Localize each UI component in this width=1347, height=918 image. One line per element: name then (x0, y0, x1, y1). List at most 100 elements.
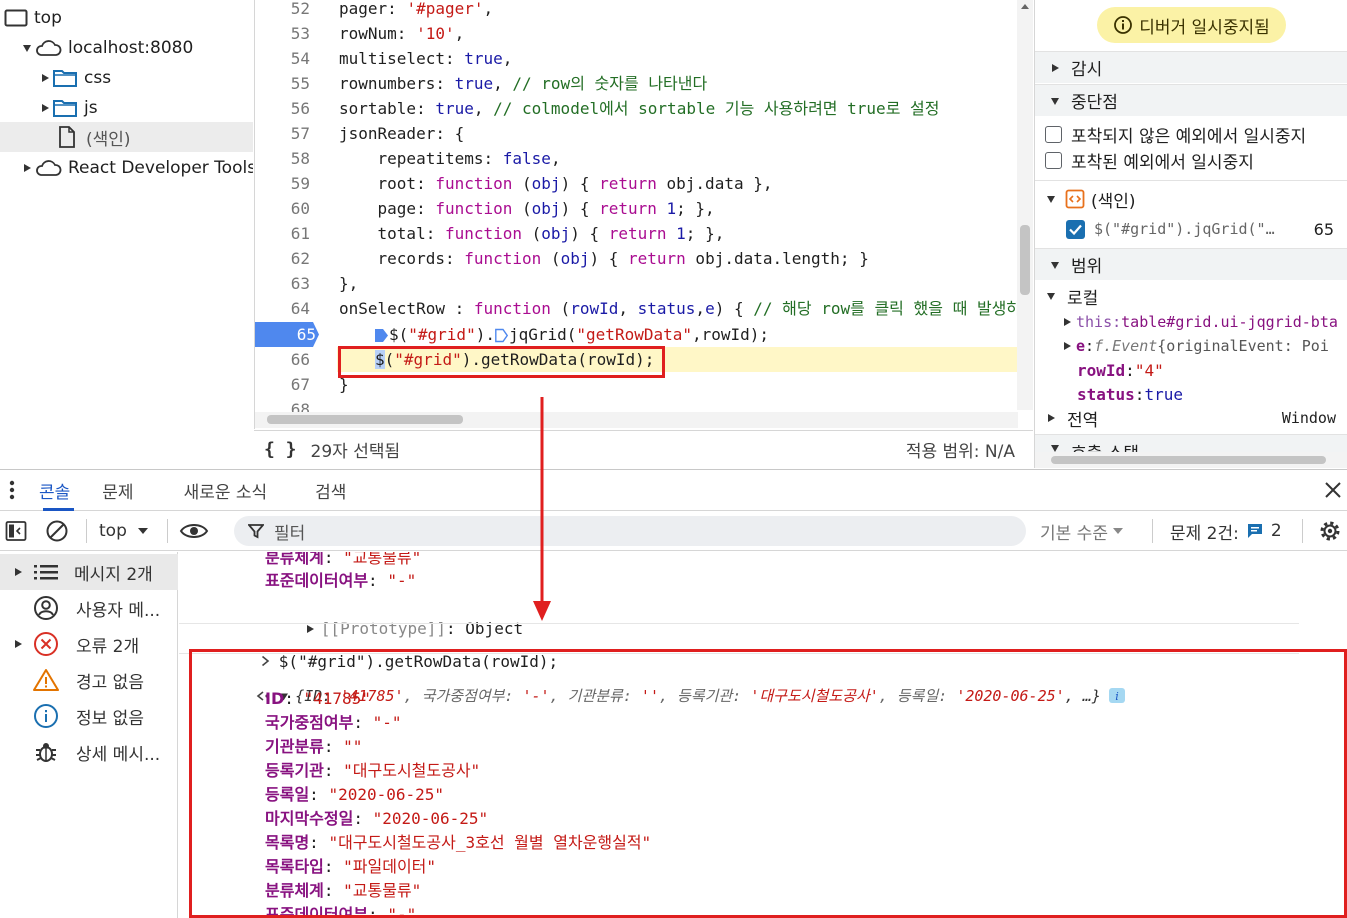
line-number[interactable]: 55 (255, 71, 313, 96)
breakpoint-checkbox[interactable] (1066, 219, 1085, 239)
pause-uncaught-option[interactable]: 포착되지 않은 예외에서 일시중지 (1035, 121, 1347, 147)
pause-caught-option[interactable]: 포착된 예외에서 일시중지 (1035, 147, 1347, 173)
line-number[interactable]: 57 (255, 121, 313, 146)
scope-local[interactable]: 로컬 (1035, 283, 1347, 309)
scroll-thumb[interactable] (267, 415, 463, 424)
line-number[interactable]: 58 (255, 146, 313, 171)
chevron-right-icon[interactable] (12, 567, 24, 577)
selection-status: 29자 선택됨 (310, 442, 401, 462)
chevron-right-icon[interactable] (1045, 413, 1057, 423)
sidebar-item-errors[interactable]: 오류 2개 (0, 626, 178, 662)
scroll-up-icon[interactable] (1017, 0, 1033, 14)
tab-issues[interactable]: 문제 (86, 469, 149, 511)
section-label: 중단점 (1071, 93, 1118, 113)
console-prototype-row[interactable]: [[Prototype]]: Object (247, 594, 523, 638)
breakpoint-code: $("#grid").jqGrid("… (1094, 220, 1275, 238)
line-number[interactable]: 56 (255, 96, 313, 121)
console-prop-row[interactable]: 분류체계: "교통물류" (265, 552, 421, 569)
tab-label: 문제 (102, 482, 134, 503)
tree-item-js[interactable]: js (0, 93, 253, 123)
section-breakpoints[interactable]: 중단점 (1035, 84, 1347, 116)
line-number[interactable]: 66 (255, 347, 313, 372)
eye-icon[interactable] (179, 521, 209, 541)
line-number[interactable]: 52 (255, 0, 313, 21)
tab-search[interactable]: 검색 (283, 469, 362, 511)
chevron-right-icon[interactable] (20, 163, 34, 173)
breakpoint-line-number[interactable]: 65 (255, 322, 319, 347)
line-number[interactable]: 63 (255, 271, 313, 296)
chevron-down-icon[interactable] (1049, 260, 1061, 270)
chevron-down-icon[interactable] (1045, 194, 1057, 204)
line-number[interactable]: 60 (255, 196, 313, 221)
sidebar-item-verbose[interactable]: 상세 메시... (0, 734, 178, 770)
toolbar-divider (1302, 519, 1303, 543)
line-number[interactable]: 67 (255, 372, 313, 397)
section-watch[interactable]: 감시 (1035, 51, 1347, 83)
pretty-print-icon[interactable]: { } (264, 439, 297, 460)
scope-var-status[interactable]: status: true (1035, 381, 1347, 407)
line-number[interactable]: 59 (255, 171, 313, 196)
tab-label: 콘솔 (39, 482, 71, 503)
tree-item-localhost[interactable]: localhost:8080 (0, 33, 253, 63)
toolbar-divider (1152, 519, 1153, 543)
line-number[interactable]: 64 (255, 296, 313, 321)
gear-icon[interactable] (1318, 519, 1342, 543)
scope-var-e[interactable]: e: f.Event {originalEvent: Poi (1035, 333, 1347, 359)
info-icon (1113, 15, 1133, 35)
bug-icon (34, 740, 58, 764)
scope-global[interactable]: 전역 Window (1035, 405, 1347, 431)
tree-item-index[interactable]: (색인) (0, 122, 253, 152)
console-prop-row[interactable]: 표준데이터여부: "-" (265, 569, 416, 592)
chevron-right-icon[interactable] (38, 73, 52, 83)
clear-console-icon[interactable] (45, 519, 69, 543)
pause-caught-checkbox[interactable] (1045, 151, 1062, 169)
sidebar-item-info[interactable]: 정보 없음 (0, 698, 178, 734)
inline-breakpoint-icon[interactable] (375, 328, 388, 343)
tab-console[interactable]: 콘솔 (31, 469, 86, 511)
chevron-down-icon[interactable] (20, 43, 34, 53)
chevron-down-icon[interactable] (1045, 291, 1057, 301)
section-scope[interactable]: 범위 (1035, 248, 1347, 280)
sidebar-toggle-icon[interactable] (5, 520, 27, 542)
context-selector[interactable]: top (99, 511, 149, 551)
scroll-thumb[interactable] (1051, 456, 1326, 464)
tree-item-react-devtools[interactable]: React Developer Tools (0, 153, 253, 183)
scope-var-this[interactable]: this: table#grid.ui-jqgrid-bta (1035, 309, 1347, 335)
tree-item-css[interactable]: css (0, 63, 253, 93)
editor-horizontal-scrollbar[interactable] (255, 412, 1018, 428)
chevron-right-icon[interactable] (1061, 317, 1073, 327)
breakpoint-entry[interactable]: $("#grid").jqGrid("… 65 (1035, 216, 1347, 242)
sidebar-item-messages[interactable]: 메시지 2개 (0, 554, 178, 590)
line-number-gutter[interactable]: 52 53 54 55 56 57 58 59 60 61 62 63 64 6… (255, 0, 321, 429)
sidebar-item-user[interactable]: 사용자 메... (0, 590, 178, 626)
console-command-row[interactable]: $("#grid").getRowData(rowId); (203, 627, 558, 671)
close-icon[interactable] (1324, 481, 1342, 499)
sidebar-horizontal-scrollbar[interactable] (1035, 452, 1347, 468)
scroll-thumb[interactable] (1020, 225, 1030, 295)
chevron-down-icon[interactable] (1049, 96, 1061, 106)
log-level-dropdown[interactable]: 기본 수준 (1040, 511, 1124, 551)
chevron-right-icon[interactable] (38, 103, 52, 113)
scope-var-rowid[interactable]: rowId: "4" (1035, 357, 1347, 383)
line-number[interactable]: 61 (255, 221, 313, 246)
tree-item-top[interactable]: top (0, 3, 253, 33)
chevron-right-icon[interactable] (1049, 63, 1061, 73)
breakpoint-file-group[interactable]: (색인) (1035, 186, 1347, 212)
tab-whats-new[interactable]: 새로운 소식 (150, 469, 284, 511)
line-number[interactable]: 54 (255, 46, 313, 71)
chevron-right-icon[interactable] (1061, 341, 1073, 351)
inline-breakpoint-empty-icon[interactable] (495, 328, 508, 343)
issues-counter[interactable]: 문제 2건: 2 (1170, 511, 1282, 551)
pause-uncaught-checkbox[interactable] (1045, 125, 1062, 143)
line-number[interactable]: 53 (255, 21, 313, 46)
filter-input[interactable]: 필터 (234, 516, 1026, 546)
editor-vertical-scrollbar[interactable] (1017, 0, 1033, 410)
more-vertical-icon[interactable] (9, 479, 15, 501)
code-editor[interactable]: 52 53 54 55 56 57 58 59 60 61 62 63 64 6… (254, 0, 1033, 429)
var-value: table#grid.ui-jqgrid-bta (1121, 313, 1338, 331)
warning-icon (33, 668, 59, 692)
sidebar-item-warnings[interactable]: 경고 없음 (0, 662, 178, 698)
chevron-right-icon[interactable] (12, 639, 24, 649)
line-number[interactable]: 62 (255, 246, 313, 271)
cloud-icon (34, 39, 62, 57)
